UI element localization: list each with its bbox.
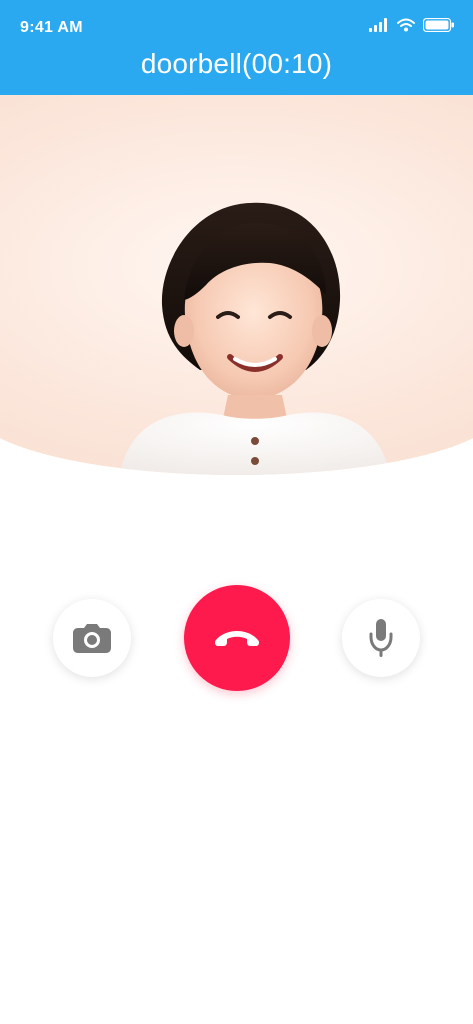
phone-hangup-icon xyxy=(210,622,264,655)
doorbell-call-screen: 9:41 AM doorbell(00:10) xyxy=(0,0,473,1024)
video-feed xyxy=(0,95,473,475)
battery-icon xyxy=(422,17,455,37)
camera-button[interactable] xyxy=(53,599,131,677)
hangup-button[interactable] xyxy=(184,585,290,691)
microphone-icon xyxy=(364,615,398,662)
call-duration: (00:10) xyxy=(242,48,333,79)
video-image xyxy=(120,202,390,475)
wifi-icon xyxy=(397,18,415,37)
call-title-name: doorbell xyxy=(140,48,243,79)
call-controls xyxy=(0,585,473,695)
video-frame xyxy=(0,95,473,475)
status-time: 9:41 AM xyxy=(20,19,83,36)
microphone-button[interactable] xyxy=(342,599,420,677)
camera-icon xyxy=(70,620,114,657)
call-title: doorbell(00:10) xyxy=(0,44,473,84)
status-icons xyxy=(369,17,455,37)
cellular-signal-icon xyxy=(369,18,389,37)
